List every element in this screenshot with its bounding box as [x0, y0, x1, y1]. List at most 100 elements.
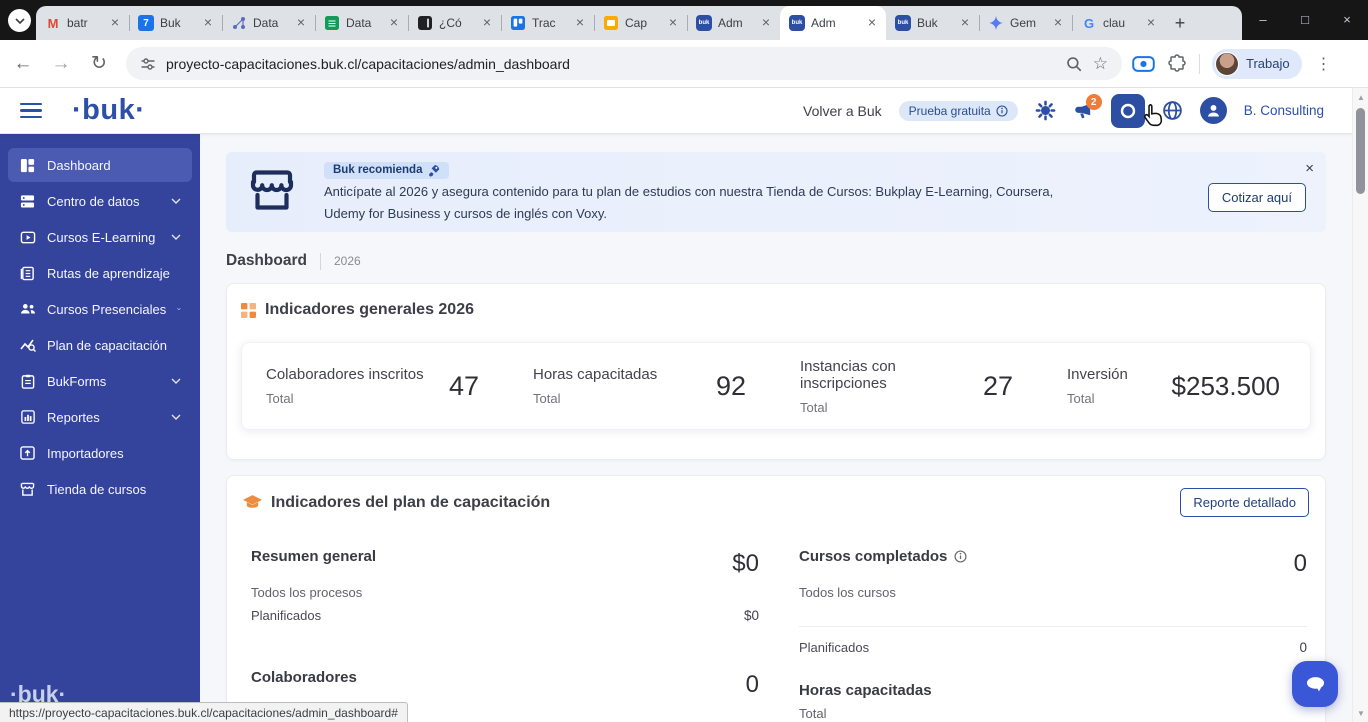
tab-close-icon[interactable]: × [386, 15, 402, 31]
sidebar-item-cursos-presenciales[interactable]: Cursos Presenciales [8, 292, 192, 326]
mouse-cursor [1140, 102, 1167, 131]
browser-tab[interactable]: ¿Có × [408, 6, 501, 40]
browser-tab[interactable]: 7 Buk × [129, 6, 222, 40]
metric-value: $253.500 [1172, 371, 1280, 402]
scrollbar-thumb[interactable] [1356, 108, 1365, 194]
tab-close-icon[interactable]: × [1143, 15, 1159, 31]
rocket-icon [427, 164, 440, 177]
chevron-down-icon [171, 234, 181, 240]
metric-label: Instancias con inscripciones [800, 358, 983, 392]
tab-close-icon[interactable]: × [758, 15, 774, 31]
settings-gear-button[interactable] [1035, 100, 1056, 121]
gear-icon [1035, 100, 1056, 121]
buk-logo[interactable]: ·buk· [72, 94, 145, 127]
sidebar-item-bukforms[interactable]: BukForms [8, 364, 192, 398]
metric-inversion: Inversión Total $253.500 [1043, 366, 1310, 406]
browser-tab[interactable]: G clau × [1072, 6, 1165, 40]
address-bar[interactable]: proyecto-capacitaciones.buk.cl/capacitac… [126, 47, 1122, 80]
sidebar-item-reportes[interactable]: Reportes [8, 400, 192, 434]
browser-tab[interactable]: buk Buk × [886, 6, 979, 40]
plan-indicators-header: Indicadores del plan de capacitación Rep… [243, 488, 1309, 517]
new-tab-button[interactable]: + [1165, 6, 1195, 40]
tab-close-icon[interactable]: × [200, 15, 216, 31]
group-row: Planificados 0 [799, 640, 1307, 655]
profile-chip[interactable]: Trabajo [1212, 49, 1302, 79]
cotizar-button[interactable]: Cotizar aquí [1208, 183, 1306, 212]
scroll-up-icon[interactable]: ▲ [1353, 89, 1368, 105]
announcements-button[interactable]: 2 [1073, 101, 1094, 120]
info-icon[interactable] [954, 550, 967, 563]
sidebar-item-label: Tienda de cursos [47, 482, 146, 497]
metric-sublabel: Total [800, 400, 983, 415]
browser-tab[interactable]: Cap × [594, 6, 687, 40]
status-bar-url: https://proyecto-capacitaciones.buk.cl/c… [0, 702, 408, 722]
browser-tab[interactable]: Gem × [979, 6, 1072, 40]
row-label: Planificados [251, 608, 321, 623]
tab-close-icon[interactable]: × [572, 15, 588, 31]
browser-tab[interactable]: Data × [222, 6, 315, 40]
metric-label: Inversión [1067, 366, 1128, 383]
chat-widget-button[interactable] [1292, 661, 1338, 707]
sidebar-item-plan-de-capacitacion[interactable]: Plan de capacitación [8, 328, 192, 362]
toolbar-right: Trabajo ⋮ [1132, 49, 1342, 79]
plan-right-column: Cursos completados 0 Todos los cursos Pl… [799, 548, 1307, 722]
group-title: Horas capacitadas [799, 682, 932, 699]
breadcrumb-current[interactable]: Dashboard [226, 252, 307, 270]
tab-close-icon[interactable]: × [479, 15, 495, 31]
tab-close-icon[interactable]: × [665, 15, 681, 31]
sidebar-item-label: BukForms [47, 374, 106, 389]
window-close-button[interactable]: × [1326, 0, 1368, 38]
banner-close-icon[interactable]: × [1305, 160, 1314, 177]
google-icon: G [1081, 15, 1097, 31]
tab-close-icon[interactable]: × [293, 15, 309, 31]
sidebar-item-tienda-de-cursos[interactable]: Tienda de cursos [8, 472, 192, 506]
page-scrollbar[interactable]: ▲ ▼ [1352, 88, 1368, 722]
gmail-icon: M [45, 15, 61, 31]
bookmark-star-icon[interactable]: ☆ [1093, 54, 1108, 74]
tab-close-icon[interactable]: × [107, 15, 123, 31]
site-settings-icon[interactable] [140, 56, 156, 72]
row-label: Planificados [799, 640, 869, 655]
minimize-button[interactable]: – [1242, 0, 1284, 38]
extensions-puzzle-icon[interactable] [1167, 54, 1187, 74]
trial-badge[interactable]: Prueba gratuita [899, 101, 1018, 121]
tab-close-icon[interactable]: × [1050, 15, 1066, 31]
reporte-detallado-button[interactable]: Reporte detallado [1180, 488, 1309, 517]
browser-tab[interactable]: Data × [315, 6, 408, 40]
sidebar-item-dashboard[interactable]: Dashboard [8, 148, 192, 182]
browser-tab[interactable]: M batr × [36, 6, 129, 40]
sidebar-item-label: Plan de capacitación [47, 338, 167, 353]
group-big-value: 0 [1294, 550, 1307, 578]
metric-labels: Instancias con inscripciones Total [800, 358, 983, 415]
tab-strip: M batr × 7 Buk × Data × Data × ¿Có [0, 0, 1368, 40]
browser-tab[interactable]: Trac × [501, 6, 594, 40]
tab-search-button[interactable] [8, 9, 31, 32]
maximize-button[interactable]: □ [1284, 0, 1326, 38]
forward-button[interactable]: → [46, 49, 76, 79]
metric-value: 47 [449, 371, 479, 402]
scroll-down-icon[interactable]: ▼ [1353, 705, 1368, 721]
store-icon [19, 481, 36, 498]
sidebar-item-cursos-elearning[interactable]: Cursos E-Learning [8, 220, 192, 254]
sidebar-item-centro-de-datos[interactable]: Centro de datos [8, 184, 192, 218]
gemini-icon [988, 15, 1004, 31]
account-avatar[interactable] [1200, 97, 1227, 124]
browser-menu-icon[interactable]: ⋮ [1314, 54, 1342, 74]
volver-a-buk-link[interactable]: Volver a Buk [803, 103, 882, 119]
account-name[interactable]: B. Consulting [1244, 103, 1324, 118]
back-button[interactable]: ← [8, 49, 38, 79]
sidebar-item-importadores[interactable]: Importadores [8, 436, 192, 470]
browser-tab-active[interactable]: buk Adm × [780, 6, 886, 40]
group-title: Cursos completados [799, 548, 947, 565]
tab-close-icon[interactable]: × [864, 15, 880, 31]
media-control-icon[interactable] [1132, 56, 1155, 72]
zoom-icon[interactable] [1065, 55, 1083, 73]
sidebar-item-rutas-de-aprendizaje[interactable]: Rutas de aprendizaje [8, 256, 192, 290]
tab-title: Trac [532, 16, 566, 30]
browser-tab[interactable]: buk Adm × [687, 6, 780, 40]
sidebar-item-label: Importadores [47, 446, 124, 461]
plan-left-column: Resumen general $0 Todos los procesos Pl… [251, 548, 759, 722]
hamburger-menu-icon[interactable] [20, 103, 42, 119]
tab-close-icon[interactable]: × [957, 15, 973, 31]
reload-button[interactable]: ↻ [84, 49, 114, 79]
